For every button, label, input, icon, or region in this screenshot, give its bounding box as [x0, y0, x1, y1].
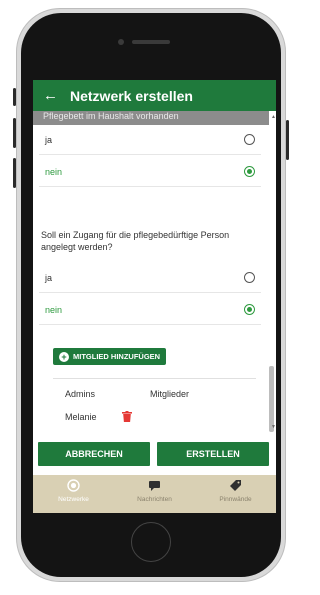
- scrollbar-thumb[interactable]: [269, 366, 274, 432]
- trash-icon[interactable]: [122, 411, 132, 422]
- tag-icon: [230, 480, 241, 491]
- app-bar: ← Netzwerk erstellen: [33, 80, 276, 111]
- option-label: ja: [45, 134, 53, 145]
- nav-item-messages[interactable]: Nachrichten: [114, 475, 195, 513]
- admin-name: Melanie: [65, 412, 97, 422]
- nav-label: Netzwerke: [58, 496, 89, 503]
- scroll-up-arrow[interactable]: ▲: [271, 114, 276, 120]
- option-label: nein: [45, 304, 63, 315]
- network-icon: [67, 479, 80, 492]
- question-text: Soll ein Zugang für die pflegebedürftige…: [41, 230, 230, 252]
- earpiece-speaker: [132, 40, 170, 44]
- members-column-header: Mitglieder: [150, 389, 190, 399]
- plus-circle-icon: +: [59, 351, 69, 362]
- form-content: Pflegebett im Haushalt vorhanden ja nein…: [33, 111, 269, 437]
- nav-label: Nachrichten: [137, 496, 172, 503]
- volume-up-button: [13, 118, 16, 148]
- divider: [53, 378, 256, 379]
- power-button: [286, 120, 289, 160]
- admins-column-header: Admins: [65, 389, 96, 399]
- mute-switch: [13, 88, 16, 106]
- nav-item-networks[interactable]: Netzwerke: [33, 475, 114, 513]
- radio-button-checked[interactable]: [244, 304, 255, 315]
- arrow-left-icon[interactable]: ←: [43, 87, 58, 104]
- option-row-ja-2[interactable]: ja: [39, 263, 261, 293]
- option-label: ja: [45, 272, 53, 283]
- page-title: Netzwerk erstellen: [70, 87, 193, 104]
- nav-label: Pinnwände: [219, 496, 252, 503]
- nav-item-pinboards[interactable]: Pinnwände: [195, 475, 276, 513]
- create-button[interactable]: ERSTELLEN: [157, 442, 269, 466]
- home-button[interactable]: [131, 522, 171, 562]
- volume-down-button: [13, 158, 16, 188]
- radio-button[interactable]: [244, 272, 255, 283]
- option-label: nein: [45, 166, 63, 177]
- app-screen: ← Netzwerk erstellen Pflegebett im Haush…: [33, 80, 276, 513]
- option-row-ja-1[interactable]: ja: [39, 125, 261, 155]
- add-member-button[interactable]: + MITGLIED HINZUFÜGEN: [53, 348, 167, 365]
- add-member-label: MITGLIED HINZUFÜGEN: [73, 352, 161, 361]
- option-row-nein-2[interactable]: nein: [39, 295, 261, 325]
- section-header: Pflegebett im Haushalt vorhanden: [33, 111, 269, 125]
- radio-button[interactable]: [244, 134, 255, 145]
- bottom-navigation: Netzwerke Nachrichten Pinnwände: [33, 475, 276, 513]
- option-row-nein-1[interactable]: nein: [39, 157, 261, 187]
- chat-icon: [149, 481, 160, 491]
- front-camera: [118, 39, 124, 45]
- radio-button-checked[interactable]: [244, 166, 255, 177]
- cancel-button[interactable]: ABBRECHEN: [38, 442, 150, 466]
- scroll-down-arrow[interactable]: ▼: [271, 424, 276, 430]
